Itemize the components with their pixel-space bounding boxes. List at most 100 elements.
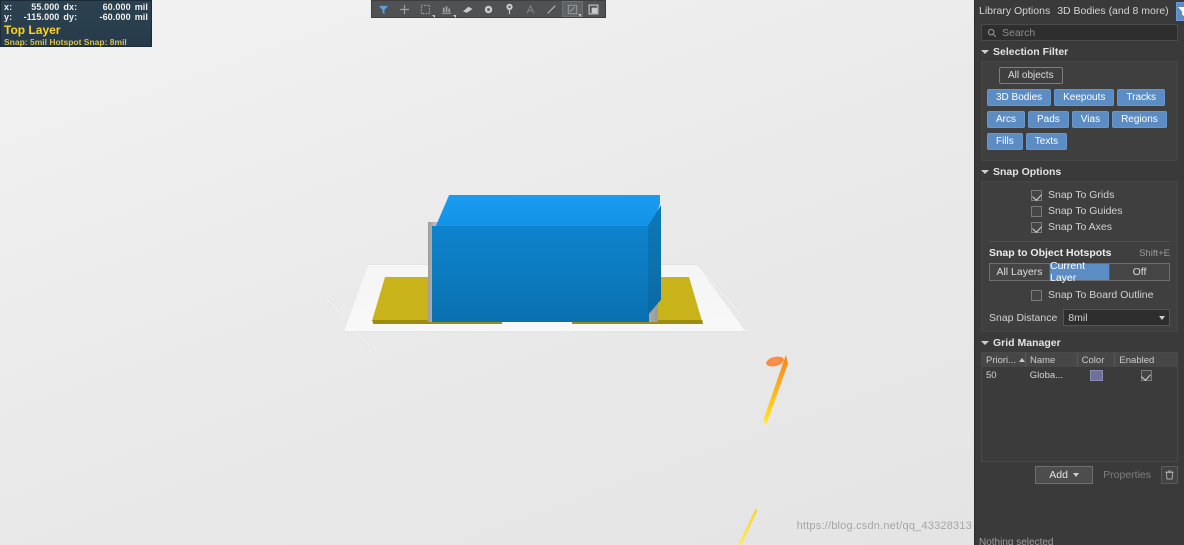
- chip-texts[interactable]: Texts: [1025, 133, 1068, 150]
- snap-to-board-outline-label: Snap To Board Outline: [1048, 289, 1154, 301]
- search-box[interactable]: [981, 24, 1178, 41]
- collapse-triangle-icon: [981, 50, 989, 54]
- selection-filter-header[interactable]: Selection Filter: [975, 41, 1184, 61]
- hud-y-key: y:: [4, 12, 13, 22]
- chip-3d-bodies[interactable]: 3D Bodies: [987, 89, 1052, 106]
- bodies-tab[interactable]: 3D Bodies (and 8 more): [1057, 5, 1168, 17]
- chip-all-objects[interactable]: All objects: [999, 67, 1063, 84]
- search-input[interactable]: [1002, 26, 1152, 39]
- chip-keepouts[interactable]: Keepouts: [1054, 89, 1115, 106]
- snap-options-body: Snap To Grids Snap To Guides Snap To Axe…: [981, 181, 1178, 332]
- chip-pads[interactable]: Pads: [1028, 111, 1069, 128]
- chevron-down-icon[interactable]: [432, 15, 435, 18]
- hud-x-value: 55.000: [31, 2, 60, 12]
- hud-dy-value: -60.000: [99, 12, 131, 22]
- snap-to-board-outline-row[interactable]: Snap To Board Outline: [987, 287, 1172, 303]
- add-button[interactable]: Add: [1035, 466, 1094, 484]
- properties-panel: Library Options 3D Bodies (and 8 more) S…: [974, 0, 1184, 545]
- search-icon: [987, 28, 997, 37]
- chip-tracks[interactable]: Tracks: [1117, 89, 1166, 106]
- hud-snap-info: Snap: 5mil Hotspot Snap: 8mil: [4, 37, 127, 47]
- line-icon[interactable]: [541, 1, 562, 17]
- snap-distance-dropdown[interactable]: 8mil: [1063, 309, 1170, 326]
- search-container: [975, 22, 1184, 41]
- hotspots-shortcut: Shift+E: [1139, 248, 1170, 259]
- eraser-icon[interactable]: [457, 1, 478, 17]
- chip-vias[interactable]: Vias: [1071, 111, 1110, 128]
- via-icon[interactable]: [478, 1, 499, 17]
- column-header-priority-label: Priori...: [986, 354, 1017, 366]
- segment-off[interactable]: Off: [1110, 264, 1169, 280]
- cell-color[interactable]: [1078, 367, 1116, 383]
- snap-to-grids-checkbox[interactable]: [1031, 189, 1042, 201]
- snap-to-axes-checkbox[interactable]: [1031, 221, 1042, 233]
- hud-dx-key: dx:: [63, 2, 78, 12]
- filter-funnel-icon[interactable]: [373, 1, 394, 17]
- hotspot-layer-segmented-control[interactable]: All Layers Current Layer Off: [989, 260, 1170, 284]
- floating-mini-toolbar[interactable]: [371, 0, 606, 18]
- axis-cone-yellow: [735, 508, 757, 545]
- filter-chip-row-2: Arcs Pads Vias Regions: [987, 111, 1172, 133]
- snap-to-grids-row[interactable]: Snap To Grids: [987, 187, 1172, 203]
- table-row[interactable]: 50 Globa...: [982, 367, 1177, 383]
- library-options-tab[interactable]: Library Options: [979, 5, 1050, 17]
- chip-fills[interactable]: Fills: [987, 133, 1023, 150]
- column-header-color[interactable]: Color: [1078, 353, 1116, 367]
- marquee-select-icon[interactable]: [415, 1, 436, 18]
- hotspots-title: Snap to Object Hotspots: [989, 247, 1112, 259]
- column-header-name[interactable]: Name: [1026, 353, 1078, 367]
- snap-to-grids-label: Snap To Grids: [1048, 189, 1115, 201]
- coordinate-hud: x: 55.000 dx: 60.000 mil y: -115.000 dy:…: [0, 0, 152, 47]
- snap-distance-row: Snap Distance 8mil: [989, 309, 1170, 326]
- snap-to-guides-checkbox[interactable]: [1031, 205, 1042, 217]
- add-button-label: Add: [1049, 469, 1068, 481]
- snap-options-header[interactable]: Snap Options: [975, 161, 1184, 181]
- all-objects-row: All objects: [987, 67, 1172, 89]
- cell-priority: 50: [986, 369, 997, 381]
- trash-icon[interactable]: [1161, 466, 1178, 484]
- segment-current-layer[interactable]: Current Layer: [1050, 260, 1110, 284]
- pcb-3d-viewport[interactable]: x: 55.000 dx: 60.000 mil y: -115.000 dy:…: [0, 0, 974, 545]
- dimension-icon[interactable]: [562, 1, 583, 17]
- crosshair-icon[interactable]: [394, 1, 415, 17]
- snap-options-title: Snap Options: [993, 166, 1062, 178]
- altium-3d-pcb-window: x: 55.000 dx: 60.000 mil y: -115.000 dy:…: [0, 0, 1184, 545]
- align-icon[interactable]: [436, 1, 457, 18]
- chevron-down-icon: [1072, 473, 1079, 477]
- snap-to-axes-label: Snap To Axes: [1048, 221, 1113, 233]
- pad-pin-icon[interactable]: [499, 1, 520, 17]
- snap-distance-value: 8mil: [1068, 311, 1088, 324]
- text-icon[interactable]: [520, 1, 541, 17]
- chevron-down-icon: [1159, 315, 1165, 320]
- snap-to-guides-row[interactable]: Snap To Guides: [987, 203, 1172, 219]
- grid-manager-table: Priori... Name Color Enabled 50 Globa...: [981, 352, 1178, 462]
- filter-funnel-icon[interactable]: [1175, 1, 1184, 21]
- grid-manager-header[interactable]: Grid Manager: [975, 332, 1184, 352]
- chip-regions[interactable]: Regions: [1112, 111, 1167, 128]
- properties-button: Properties: [1103, 469, 1151, 481]
- column-header-enabled[interactable]: Enabled: [1115, 353, 1177, 367]
- panel-header: Library Options 3D Bodies (and 8 more): [975, 0, 1184, 22]
- selection-filter-body: All objects 3D Bodies Keepouts Tracks Ar…: [981, 61, 1178, 161]
- snap-to-guides-label: Snap To Guides: [1048, 205, 1123, 217]
- chip-arcs[interactable]: Arcs: [987, 111, 1025, 128]
- watermark-url: https://blog.csdn.net/qq_43328313: [796, 520, 972, 532]
- chevron-down-icon[interactable]: [453, 15, 456, 18]
- layer-stack-icon[interactable]: [583, 1, 604, 17]
- segment-all-layers[interactable]: All Layers: [990, 264, 1050, 280]
- hud-dx-unit: mil: [134, 2, 149, 12]
- snap-to-axes-row[interactable]: Snap To Axes: [987, 219, 1172, 235]
- hud-dx-value: 60.000: [102, 2, 131, 12]
- snap-to-board-outline-checkbox[interactable]: [1031, 289, 1042, 301]
- column-header-priority[interactable]: Priori...: [982, 353, 1026, 367]
- hud-y-row: y: -115.000 dy: -60.000 mil: [4, 12, 148, 22]
- collapse-triangle-icon: [981, 341, 989, 345]
- cell-enabled[interactable]: [1115, 367, 1177, 383]
- chevron-down-icon[interactable]: [578, 14, 581, 17]
- enabled-checkbox[interactable]: [1140, 369, 1152, 381]
- collapse-triangle-icon: [981, 170, 989, 174]
- snap-divider: [989, 241, 1170, 242]
- panel-status-text: Nothing selected: [979, 537, 1054, 545]
- color-swatch[interactable]: [1089, 369, 1103, 381]
- hud-y-value: -115.000: [23, 12, 60, 22]
